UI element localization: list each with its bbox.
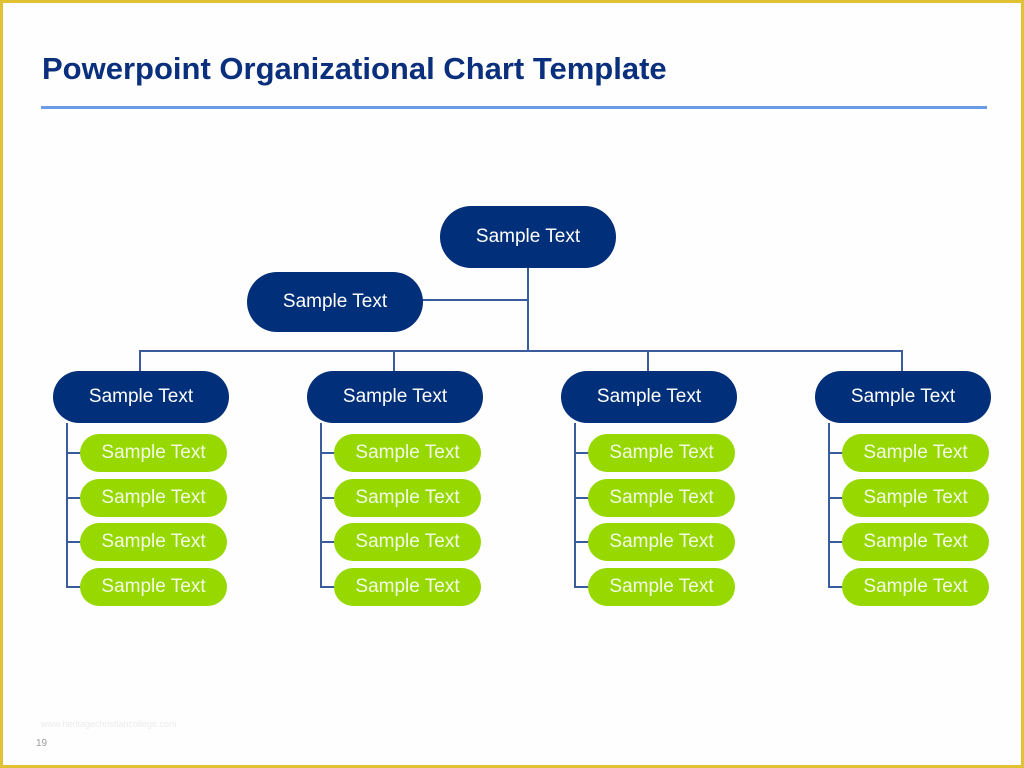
department-drop-connector [647, 350, 649, 372]
member-branch-connector [828, 452, 843, 454]
member-branch-connector [66, 452, 81, 454]
member-node[interactable]: Sample Text [842, 523, 989, 561]
member-node[interactable]: Sample Text [842, 479, 989, 517]
member-branch-connector [320, 452, 335, 454]
department-node[interactable]: Sample Text [561, 371, 737, 423]
member-node[interactable]: Sample Text [588, 434, 735, 472]
member-branch-connector [574, 541, 589, 543]
member-node[interactable]: Sample Text [334, 434, 481, 472]
member-spine-connector [828, 423, 830, 587]
member-branch-connector [574, 586, 589, 588]
member-node[interactable]: Sample Text [588, 479, 735, 517]
member-node[interactable]: Sample Text [588, 523, 735, 561]
member-node[interactable]: Sample Text [80, 523, 227, 561]
member-node[interactable]: Sample Text [842, 568, 989, 606]
slide: Powerpoint Organizational Chart Template… [0, 0, 1024, 768]
department-drop-connector [901, 350, 903, 372]
member-branch-connector [574, 497, 589, 499]
member-spine-connector [574, 423, 576, 587]
member-node[interactable]: Sample Text [80, 434, 227, 472]
member-node[interactable]: Sample Text [334, 523, 481, 561]
department-node[interactable]: Sample Text [815, 371, 991, 423]
member-node[interactable]: Sample Text [80, 479, 227, 517]
member-branch-connector [828, 541, 843, 543]
member-branch-connector [828, 586, 843, 588]
member-spine-connector [320, 423, 322, 587]
member-node[interactable]: Sample Text [842, 434, 989, 472]
department-drop-connector [393, 350, 395, 372]
member-branch-connector [320, 497, 335, 499]
member-node[interactable]: Sample Text [588, 568, 735, 606]
root-connector [527, 266, 529, 351]
title-underline [41, 106, 987, 109]
assistant-node[interactable]: Sample Text [247, 272, 423, 332]
member-branch-connector [66, 586, 81, 588]
root-node[interactable]: Sample Text [440, 206, 616, 268]
page-number: 19 [36, 738, 48, 749]
slide-title: Powerpoint Organizational Chart Template [42, 51, 667, 86]
footer-url: www.heritagechristiancollege.com [41, 719, 177, 729]
department-drop-connector [139, 350, 141, 372]
member-branch-connector [320, 586, 335, 588]
member-branch-connector [320, 541, 335, 543]
member-branch-connector [828, 497, 843, 499]
member-branch-connector [66, 541, 81, 543]
member-branch-connector [574, 452, 589, 454]
member-branch-connector [66, 497, 81, 499]
member-spine-connector [66, 423, 68, 587]
department-bus [139, 350, 903, 352]
member-node[interactable]: Sample Text [334, 568, 481, 606]
member-node[interactable]: Sample Text [80, 568, 227, 606]
member-node[interactable]: Sample Text [334, 479, 481, 517]
department-node[interactable]: Sample Text [307, 371, 483, 423]
assistant-connector [421, 299, 528, 301]
department-node[interactable]: Sample Text [53, 371, 229, 423]
